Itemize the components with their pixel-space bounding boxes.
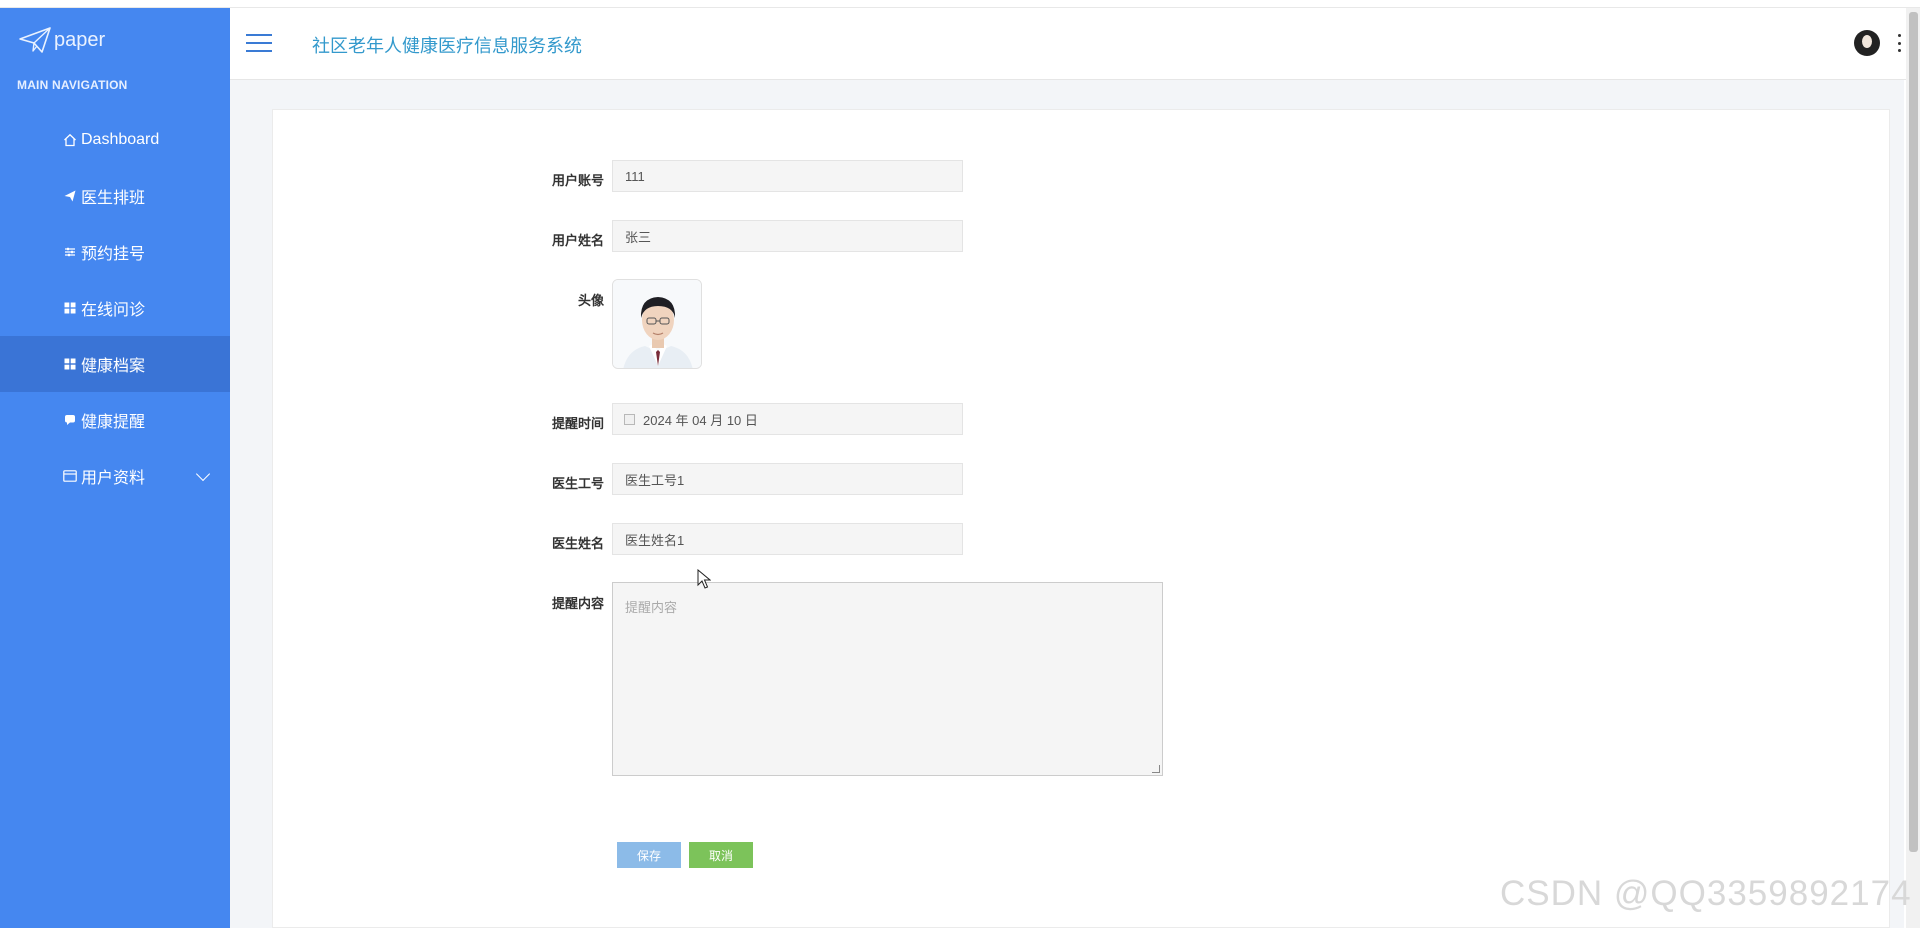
- doctor-id-field[interactable]: 医生工号1: [612, 463, 963, 495]
- menu-toggle-icon[interactable]: [246, 34, 272, 54]
- more-options-icon[interactable]: [1898, 34, 1902, 52]
- name-label: 用户姓名: [551, 233, 604, 248]
- doctor-name-label: 医生姓名: [551, 536, 604, 551]
- nav-menu: Dashboard 医生排班 预约挂号 在线问诊 健康档案 健康提醒 用户资料: [0, 112, 264, 504]
- avatar[interactable]: [1854, 30, 1880, 56]
- sidebar-item-label: 健康提醒: [81, 414, 146, 431]
- chat-icon: [63, 413, 77, 427]
- grid-icon: [63, 357, 77, 371]
- account-value: 111: [625, 168, 645, 184]
- sidebar-item-doctor-schedule[interactable]: 医生排班: [0, 168, 230, 224]
- top-header: 社区老年人健康医疗信息服务系统: [230, 8, 1920, 80]
- sidebar-item-label: 在线问诊: [81, 302, 146, 319]
- content-textarea[interactable]: 提醒内容: [612, 582, 1163, 776]
- doctor-name-value: 医生姓名1: [625, 532, 685, 548]
- sidebar-item-appointment[interactable]: 预约挂号: [0, 224, 230, 280]
- avatar-photo[interactable]: [612, 279, 702, 369]
- sidebar-item-health-records[interactable]: 健康档案: [0, 336, 264, 392]
- name-value: 张三: [625, 229, 652, 245]
- doctor-id-value: 医生工号1: [625, 472, 685, 488]
- home-icon: [63, 133, 77, 147]
- content-label: 提醒内容: [551, 596, 604, 611]
- sidebar-item-label: 预约挂号: [81, 246, 146, 263]
- remind-time-label: 提醒时间: [551, 416, 604, 431]
- watermark: CSDN @QQ3359892174: [1500, 874, 1912, 913]
- paper-plane-icon: [19, 27, 51, 53]
- sidebar-item-online-consult[interactable]: 在线问诊: [0, 280, 230, 336]
- scrollbar-thumb[interactable]: [1909, 12, 1918, 852]
- doctor-id-label: 医生工号: [551, 476, 604, 491]
- card-icon: [63, 469, 77, 483]
- grid-icon: [63, 301, 77, 315]
- send-icon: [63, 189, 77, 203]
- mouse-cursor-icon: [697, 569, 711, 589]
- account-field[interactable]: 111: [612, 160, 963, 192]
- sidebar-item-user-profile[interactable]: 用户资料: [0, 448, 230, 504]
- sidebar-item-health-reminder[interactable]: 健康提醒: [0, 392, 230, 448]
- doctor-name-field[interactable]: 医生姓名1: [612, 523, 963, 555]
- save-button[interactable]: 保存: [617, 842, 681, 868]
- remind-time-value: 2024 年 04 月 10 日: [643, 412, 758, 428]
- chevron-down-icon: [195, 466, 211, 482]
- remind-time-field[interactable]: 2024 年 04 月 10 日: [612, 403, 963, 435]
- page-scrollbar[interactable]: [1906, 8, 1920, 928]
- name-field[interactable]: 张三: [612, 220, 963, 252]
- resize-handle-icon[interactable]: [1152, 765, 1160, 773]
- sidebar-item-label: 医生排班: [81, 190, 146, 207]
- sidebar-item-dashboard[interactable]: Dashboard: [0, 112, 230, 168]
- cancel-button[interactable]: 取消: [689, 842, 753, 868]
- brand-name: paper: [54, 28, 106, 51]
- sliders-icon: [63, 245, 77, 259]
- sidebar-item-label: Dashboard: [81, 131, 160, 148]
- doctor-portrait-image: [613, 280, 701, 368]
- top-border: [0, 0, 1920, 8]
- content-placeholder: 提醒内容: [625, 600, 678, 615]
- brand-logo[interactable]: paper: [18, 22, 105, 58]
- calendar-icon: [624, 413, 635, 425]
- avatar-label: 头像: [577, 293, 604, 308]
- sidebar-item-label: 用户资料: [81, 470, 146, 487]
- sidebar: paper MAIN NAVIGATION Dashboard 医生排班 预约挂…: [0, 8, 264, 928]
- page-title: 社区老年人健康医疗信息服务系统: [312, 36, 582, 56]
- nav-caption: MAIN NAVIGATION: [17, 78, 128, 92]
- account-label: 用户账号: [551, 173, 604, 188]
- sidebar-item-label: 健康档案: [81, 358, 146, 375]
